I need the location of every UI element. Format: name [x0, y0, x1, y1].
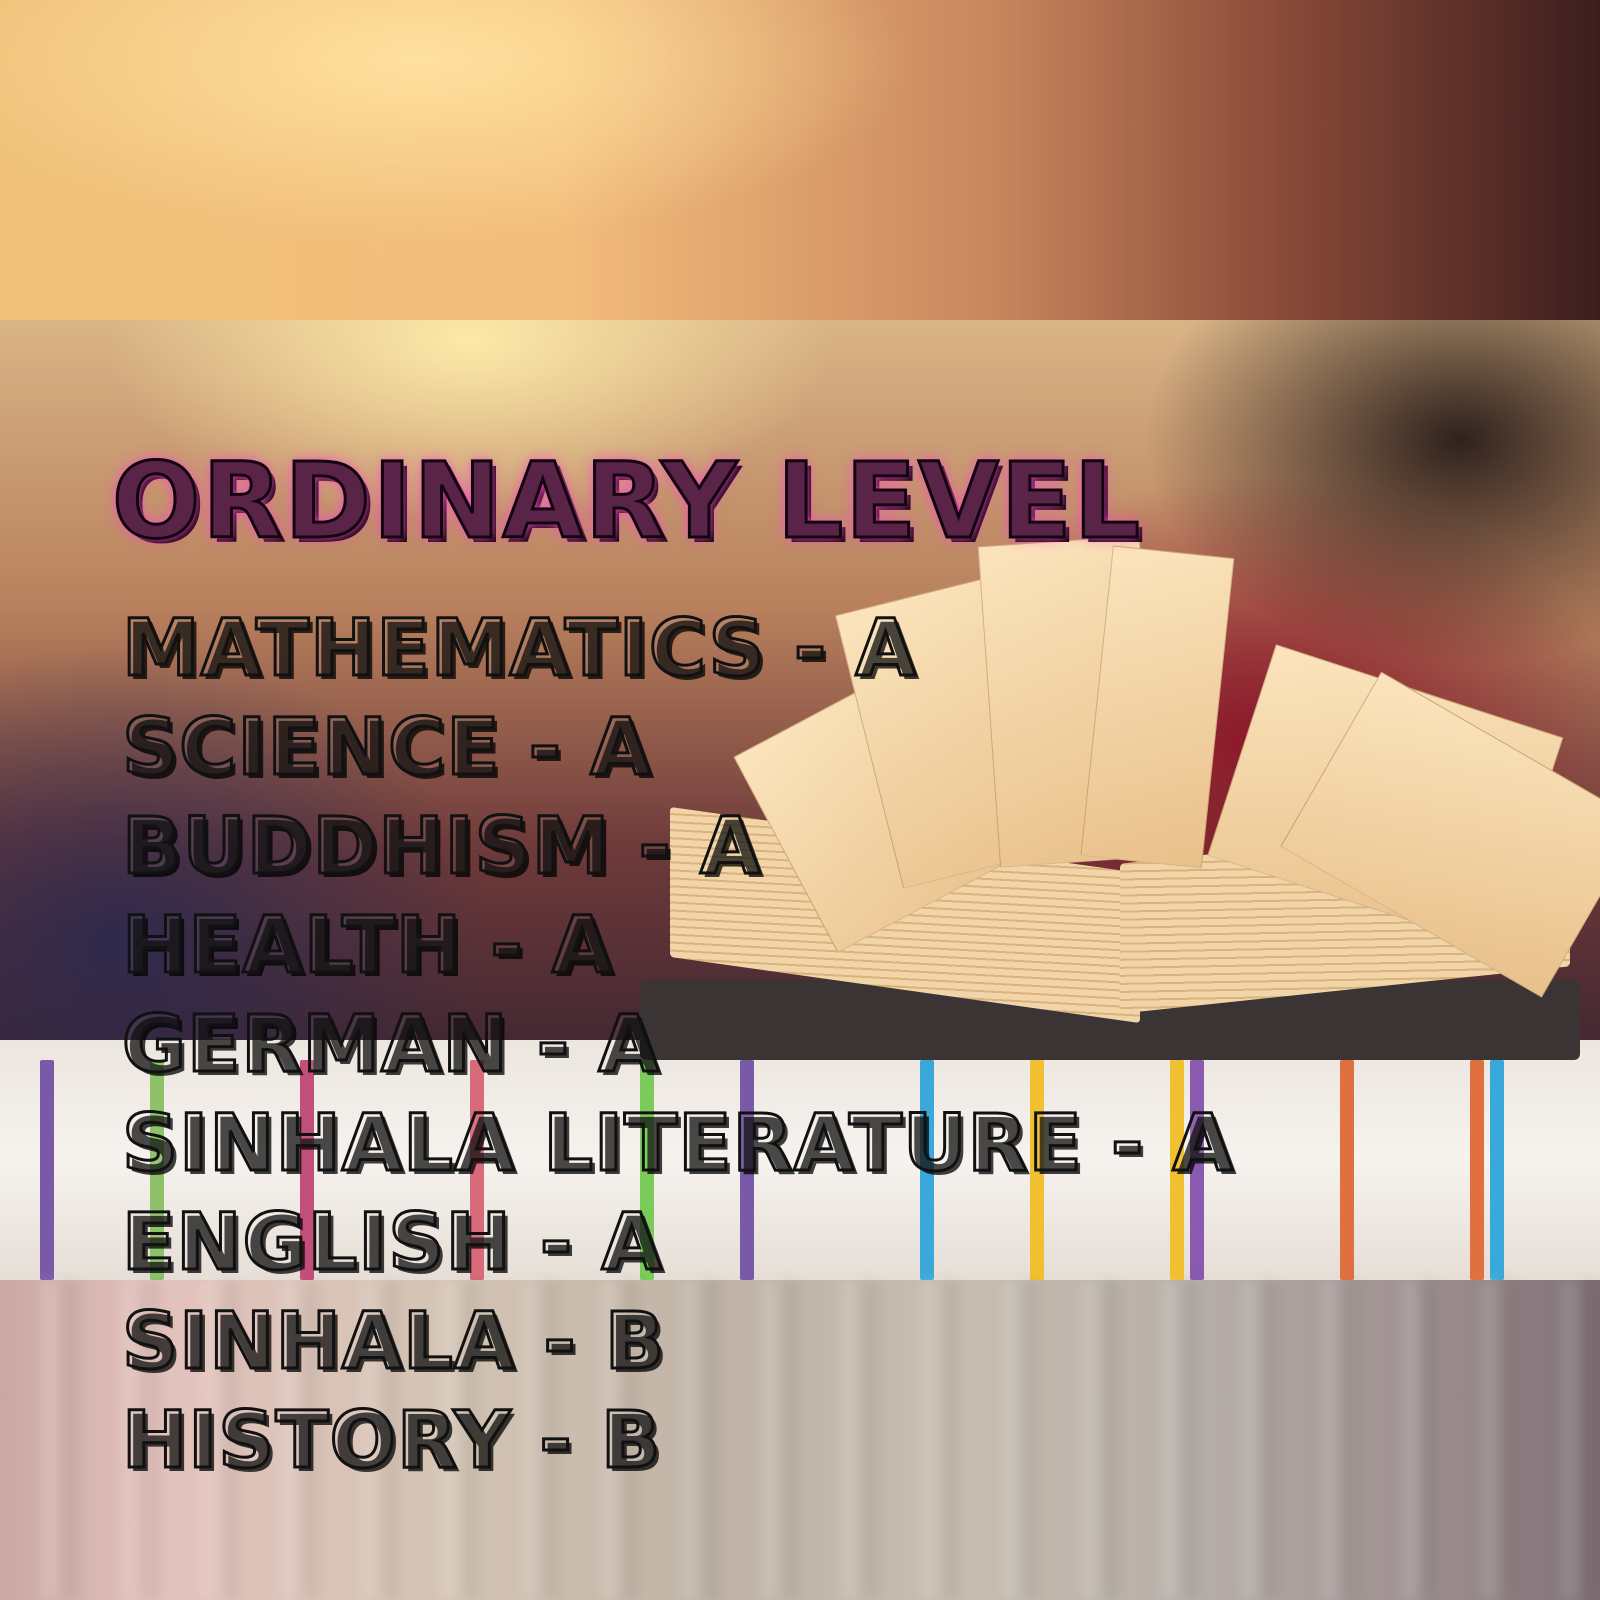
subject-grade-list: MATHEMATICS - A SCIENCE - A BUDDHISM - A…	[121, 600, 1235, 1491]
subject-grade-item: HEALTH - A	[121, 900, 614, 993]
subject-grade-item: HISTORY - B	[121, 1395, 662, 1488]
subject-grade-item: SCIENCE - A	[121, 702, 653, 795]
subject-grade-item: SINHALA LITERATURE - A	[121, 1098, 1235, 1191]
subject-grade-item: GERMAN - A	[121, 999, 661, 1092]
subject-grade-item: ENGLISH - A	[121, 1197, 664, 1290]
blurred-top-band	[0, 0, 1600, 320]
subject-grade-item: SINHALA - B	[121, 1296, 666, 1389]
subject-grade-item: MATHEMATICS - A	[121, 603, 918, 696]
poster-title: ORDINARY LEVEL	[110, 439, 1143, 564]
poster: ORDINARY LEVEL MATHEMATICS - A SCIENCE -…	[0, 0, 1600, 1600]
subject-grade-item: BUDDHISM - A	[121, 801, 762, 894]
